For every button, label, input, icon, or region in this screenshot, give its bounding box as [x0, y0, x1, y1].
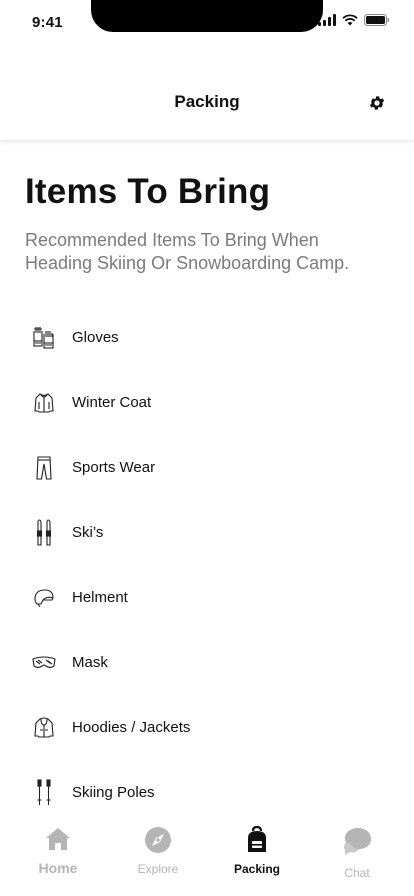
list-item-label: Skiing Poles [72, 784, 155, 801]
tab-explore[interactable]: Explore [108, 826, 208, 876]
list-item-label: Gloves [72, 329, 119, 346]
battery-icon [364, 14, 390, 26]
list-item-label: Mask [72, 654, 108, 671]
list-item-label: Ski’s [72, 524, 104, 541]
list-item-label: Helment [72, 589, 128, 606]
list-item-hoodies-jackets[interactable]: Hoodies / Jackets [0, 695, 414, 760]
skis-icon [30, 518, 58, 547]
list-item-label: Winter Coat [72, 394, 152, 411]
tab-packing[interactable]: Packing [207, 825, 307, 876]
gear-icon[interactable] [368, 94, 386, 112]
list-item-label: Hoodies / Jackets [72, 719, 191, 736]
helmet-icon [30, 584, 58, 612]
cellular-signal-icon [318, 14, 336, 26]
tab-home[interactable]: Home [8, 826, 108, 876]
gloves-icon [30, 324, 58, 352]
status-icons [318, 14, 390, 26]
list-item-helmet[interactable]: Helment [0, 565, 414, 630]
phone-screen: 9:41 Packing Items To Bring Recommended … [0, 0, 414, 896]
compass-icon [145, 827, 171, 853]
list-item-skis[interactable]: Ski’s [0, 500, 414, 565]
tab-packing-label: Packing [233, 862, 281, 876]
poles-icon [30, 778, 58, 807]
page-subtitle: Recommended Items To Bring When Heading … [25, 230, 350, 273]
header-title: Packing [174, 92, 240, 111]
hoodie-icon [30, 714, 58, 742]
coat-icon [30, 389, 58, 417]
status-time: 9:41 [32, 14, 63, 31]
tab-chat-label: Chat [344, 866, 370, 880]
status-bar: 9:41 [0, 0, 414, 44]
page-title: Items To Bring [25, 172, 271, 211]
list-item-sports-wear[interactable]: Sports Wear [0, 435, 414, 500]
list-item-skiing-poles[interactable]: Skiing Poles [0, 760, 414, 825]
chat-icon [343, 828, 371, 855]
wifi-icon [342, 14, 358, 26]
backpack-icon [248, 825, 266, 852]
tab-home-label: Home [38, 860, 78, 876]
pants-icon [30, 454, 58, 482]
nav-header: Packing [0, 44, 414, 141]
tab-explore-label: Explore [137, 862, 179, 876]
tab-bar: Home Explore Packing Chat [0, 820, 414, 896]
tab-chat[interactable]: Chat [307, 826, 407, 880]
goggles-icon [30, 649, 58, 677]
list-item-winter-coat[interactable]: Winter Coat [0, 370, 414, 435]
home-icon [46, 828, 70, 850]
notch [91, 0, 323, 32]
list-item-gloves[interactable]: Gloves [0, 305, 414, 370]
list-item-mask[interactable]: Mask [0, 630, 414, 695]
list-item-label: Sports Wear [72, 459, 156, 476]
